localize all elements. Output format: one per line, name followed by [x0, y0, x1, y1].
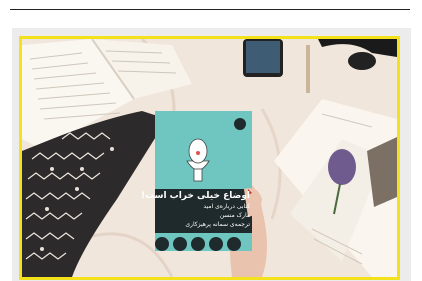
book-title: اوضاع خیلی خراب است! [140, 191, 250, 201]
photo-frame: اوضاع خیلی خراب است! کتابی درباره‌ی امید… [19, 36, 400, 280]
book [155, 111, 252, 251]
book-translator: ترجمه‌ی سمانه پرهیزکاری [185, 221, 250, 228]
top-divider [10, 9, 410, 10]
pencil [306, 45, 310, 93]
book-author: مارک منسن [219, 212, 250, 219]
photo [22, 39, 397, 277]
book-subtitle: کتابی درباره‌ی امید [203, 203, 250, 210]
phone [243, 39, 283, 77]
publisher-logo [234, 118, 246, 130]
